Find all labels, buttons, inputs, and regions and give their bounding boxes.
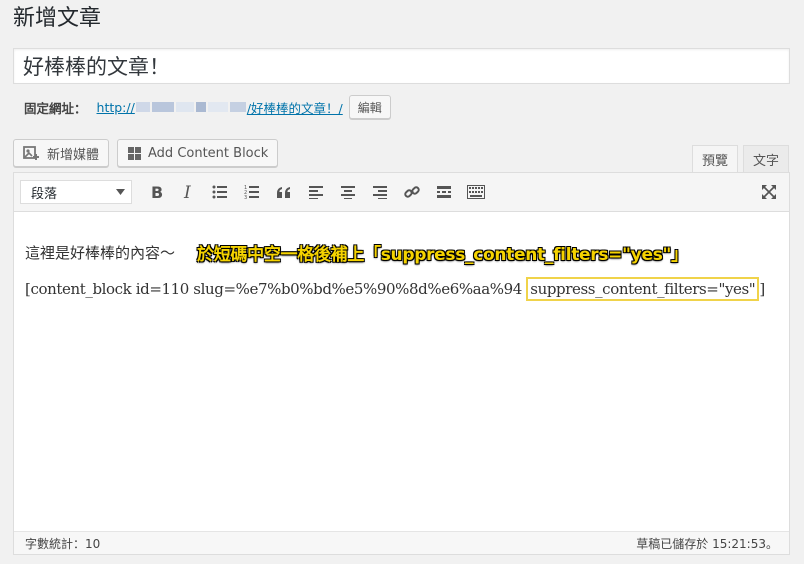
format-select-value: 段落 xyxy=(31,186,58,202)
align-right-button[interactable] xyxy=(368,179,392,205)
link-icon xyxy=(404,186,420,198)
permalink-link[interactable]: http:// /好棒棒的文章！/ xyxy=(97,98,343,117)
bullet-list-button[interactable] xyxy=(208,179,232,205)
toolbar-toggle-button[interactable] xyxy=(464,179,488,205)
add-media-icon xyxy=(23,146,39,160)
italic-icon: I xyxy=(183,184,191,200)
shortcode-end: ] xyxy=(759,280,765,298)
align-left-icon xyxy=(309,186,323,199)
shortcode-start: [content_block id=110 slug=%e7%b0%bd%e5%… xyxy=(25,280,527,298)
read-more-icon xyxy=(437,186,451,198)
permalink-row: 固定網址： http:// /好棒棒的文章！/ 編輯 xyxy=(24,94,391,120)
read-more-button[interactable] xyxy=(432,179,456,205)
permalink-label: 固定網址： xyxy=(24,100,87,116)
blurred-domain xyxy=(151,102,174,112)
permalink-slug: /好棒棒的文章！/ xyxy=(246,100,343,116)
editor-toolbar: 段落 B I 1 2 3 xyxy=(14,173,789,212)
blurred-domain xyxy=(229,102,246,112)
bullet-list-icon xyxy=(212,185,227,199)
blurred-domain xyxy=(195,102,206,112)
annotation-text: 於短碼中空一格後補上「suppress_content_filters="yes… xyxy=(197,245,688,265)
blurred-domain xyxy=(207,102,228,112)
caret-down-icon xyxy=(116,189,125,195)
grid-icon xyxy=(128,146,142,160)
editor-tabs: 預覽 文字 xyxy=(691,145,789,173)
fullscreen-icon xyxy=(762,185,776,199)
shortcode-paragraph: [content_block id=110 slug=%e7%b0%bd%e5%… xyxy=(25,277,765,301)
page-title: 新增文章 xyxy=(13,6,102,31)
bold-button[interactable]: B xyxy=(144,179,168,205)
svg-text:B: B xyxy=(151,184,163,200)
numbered-list-button[interactable]: 1 2 3 xyxy=(240,179,264,205)
add-content-block-label: Add Content Block xyxy=(148,145,269,161)
post-title-input[interactable]: 好棒棒的文章！ xyxy=(13,48,790,84)
content-paragraph: 這裡是好棒棒的內容～ 於短碼中空一格後補上「suppress_content_f… xyxy=(25,240,688,265)
add-media-label: 新增媒體 xyxy=(47,147,100,163)
editor-container: 段落 B I 1 2 3 這裡是好棒棒的內容～ 於短碼中空一格後補上「suppr… xyxy=(13,172,790,555)
edit-permalink-button[interactable]: 編輯 xyxy=(348,95,391,119)
blockquote-icon xyxy=(277,187,290,198)
add-media-button[interactable]: 新增媒體 xyxy=(13,139,110,167)
bold-icon: B xyxy=(151,184,163,200)
svg-text:I: I xyxy=(183,184,191,200)
permalink-prefix: http:// xyxy=(96,99,135,115)
editor-status-bar: 字數統計：10 草稿已儲存於 15:21:53。 xyxy=(14,531,789,554)
align-center-icon xyxy=(341,186,355,199)
editor-content[interactable]: 這裡是好棒棒的內容～ 於短碼中空一格後補上「suppress_content_f… xyxy=(14,211,789,531)
shortcode-highlight: suppress_content_filters="yes" xyxy=(526,277,760,301)
toolbar-toggle-icon xyxy=(467,185,485,199)
media-buttons: 新增媒體 Add Content Block xyxy=(13,139,279,167)
align-right-icon xyxy=(373,186,387,199)
align-center-button[interactable] xyxy=(336,179,360,205)
link-button[interactable] xyxy=(400,179,424,205)
blurred-domain xyxy=(175,102,194,112)
blockquote-button[interactable] xyxy=(272,179,296,205)
tab-visual[interactable]: 預覽 xyxy=(691,145,738,173)
align-left-button[interactable] xyxy=(304,179,328,205)
numbered-list-icon: 1 2 3 xyxy=(244,185,259,199)
paragraph-text: 這裡是好棒棒的內容～ xyxy=(25,244,176,262)
add-content-block-button[interactable]: Add Content Block xyxy=(117,139,279,167)
blurred-domain xyxy=(135,102,150,112)
word-count: 字數統計：10 xyxy=(25,536,101,551)
tab-text[interactable]: 文字 xyxy=(742,145,789,172)
autosave-status: 草稿已儲存於 15:21:53。 xyxy=(636,536,778,551)
italic-button[interactable]: I xyxy=(176,179,200,205)
fullscreen-button[interactable] xyxy=(757,179,781,205)
svg-text:3: 3 xyxy=(244,195,247,199)
format-select[interactable]: 段落 xyxy=(20,180,132,204)
